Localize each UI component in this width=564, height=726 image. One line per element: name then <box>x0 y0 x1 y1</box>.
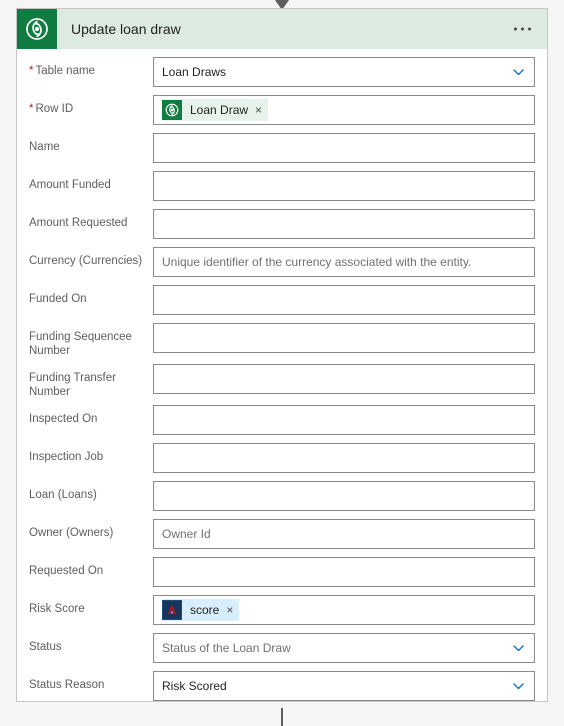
field-row: Funding Sequencee Number <box>29 323 535 358</box>
field-label-text: Status <box>29 641 62 653</box>
field-label: Funding Sequencee Number <box>29 323 153 358</box>
field-label-text: Inspected On <box>29 413 98 425</box>
field-label: Name <box>29 133 153 154</box>
action-card-header[interactable]: Update loan draw <box>17 9 547 49</box>
dataverse-icon <box>162 100 182 120</box>
field-label-text: Currency (Currencies) <box>29 255 143 267</box>
field-text-input[interactable] <box>153 285 535 315</box>
field-label: Inspection Job <box>29 443 153 464</box>
field-label: Funding Transfer Number <box>29 364 153 399</box>
field-placeholder: Owner Id <box>162 527 211 541</box>
field-label-text: Funded On <box>29 293 87 305</box>
field-label-text: Loan (Loans) <box>29 489 97 501</box>
field-text-input[interactable] <box>153 481 535 511</box>
field-label: * Row ID <box>29 95 153 116</box>
ellipsis-horizontal-icon[interactable] <box>508 22 537 37</box>
field-placeholder: Unique identifier of the currency associ… <box>162 255 472 269</box>
flow-designer-canvas: Update loan draw * Table name Loan Draws * R… <box>0 0 564 726</box>
action-card-title: Update loan draw <box>71 21 181 37</box>
field-label-text: Inspection Job <box>29 451 104 463</box>
field-label-text: Row ID <box>35 103 74 115</box>
field-label: * Table name <box>29 57 153 78</box>
field-label-text: Name <box>29 141 60 153</box>
field-row: Funding Transfer Number <box>29 364 535 399</box>
field-label: Requested On <box>29 557 153 578</box>
field-row: * Table name Loan Draws <box>29 57 535 89</box>
field-label-text: Risk Score <box>29 603 85 615</box>
token-label: Loan Draw <box>190 103 249 117</box>
field-label: Owner (Owners) <box>29 519 153 540</box>
field-row: Funded On <box>29 285 535 317</box>
field-label: Risk Score <box>29 595 153 616</box>
dataverse-icon <box>17 9 57 49</box>
field-placeholder: Status of the Loan Draw <box>162 641 291 655</box>
field-text-input[interactable] <box>153 443 535 473</box>
field-row: Inspection Job <box>29 443 535 475</box>
connector-line <box>281 708 283 726</box>
field-row: Currency (Currencies) Unique identifier o… <box>29 247 535 279</box>
field-label: Status Reason <box>29 671 153 692</box>
field-row: * Row ID Loan Draw × <box>29 95 535 127</box>
field-label: Amount Requested <box>29 209 153 230</box>
field-list: * Table name Loan Draws * Row ID Loan Draw × Na… <box>29 57 535 701</box>
chevron-down-icon[interactable] <box>512 66 525 79</box>
required-asterisk: * <box>29 65 34 77</box>
dynamic-content-token[interactable]: score × <box>162 599 240 621</box>
field-text-input[interactable] <box>153 557 535 587</box>
field-label-text: Table name <box>35 65 95 77</box>
action-card-update-loan-draw[interactable]: Update loan draw * Table name Loan Draws * R… <box>16 8 548 702</box>
field-value: Risk Scored <box>162 679 227 693</box>
field-dropdown[interactable]: Risk Scored <box>153 671 535 701</box>
field-label: Status <box>29 633 153 654</box>
field-row: Owner (Owners) Owner Id <box>29 519 535 551</box>
token-label: score <box>190 603 220 617</box>
field-row: Risk Score score × <box>29 595 535 627</box>
field-label: Loan (Loans) <box>29 481 153 502</box>
token-remove-icon[interactable]: × <box>255 104 262 116</box>
field-label-text: Funding Transfer Number <box>29 372 116 398</box>
action-card-body: * Table name Loan Draws * Row ID Loan Draw × Na… <box>17 49 547 701</box>
field-text-input[interactable] <box>153 171 535 201</box>
field-label-text: Amount Requested <box>29 217 128 229</box>
field-label-text: Requested On <box>29 565 104 577</box>
field-row: Amount Funded <box>29 171 535 203</box>
field-text-input[interactable] <box>153 133 535 163</box>
field-value: Loan Draws <box>162 65 227 79</box>
field-label-text: Amount Funded <box>29 179 111 191</box>
token-remove-icon[interactable]: × <box>226 604 233 616</box>
field-text-input[interactable] <box>153 323 535 353</box>
chevron-down-icon[interactable] <box>512 680 525 693</box>
field-token-input[interactable]: score × <box>153 595 535 625</box>
field-text-input[interactable] <box>153 405 535 435</box>
field-label: Amount Funded <box>29 171 153 192</box>
ai-builder-icon <box>162 600 182 620</box>
field-label: Funded On <box>29 285 153 306</box>
field-label: Currency (Currencies) <box>29 247 153 268</box>
field-label-text: Owner (Owners) <box>29 527 114 539</box>
field-text-input[interactable] <box>153 364 535 394</box>
field-dropdown[interactable]: Loan Draws <box>153 57 535 87</box>
field-row: Amount Requested <box>29 209 535 241</box>
chevron-down-icon[interactable] <box>512 642 525 655</box>
field-text-input[interactable] <box>153 209 535 239</box>
field-row: Status Reason Risk Scored <box>29 671 535 701</box>
field-row: Requested On <box>29 557 535 589</box>
field-row: Status Status of the Loan Draw <box>29 633 535 665</box>
dynamic-content-token[interactable]: Loan Draw × <box>162 99 269 121</box>
field-dropdown[interactable]: Status of the Loan Draw <box>153 633 535 663</box>
field-row: Inspected On <box>29 405 535 437</box>
field-token-input[interactable]: Loan Draw × <box>153 95 535 125</box>
field-text-input[interactable]: Owner Id <box>153 519 535 549</box>
field-row: Name <box>29 133 535 165</box>
field-label: Inspected On <box>29 405 153 426</box>
field-label-text: Funding Sequencee Number <box>29 331 132 357</box>
required-asterisk: * <box>29 103 34 115</box>
field-row: Loan (Loans) <box>29 481 535 513</box>
field-text-input[interactable]: Unique identifier of the currency associ… <box>153 247 535 277</box>
field-label-text: Status Reason <box>29 679 105 691</box>
